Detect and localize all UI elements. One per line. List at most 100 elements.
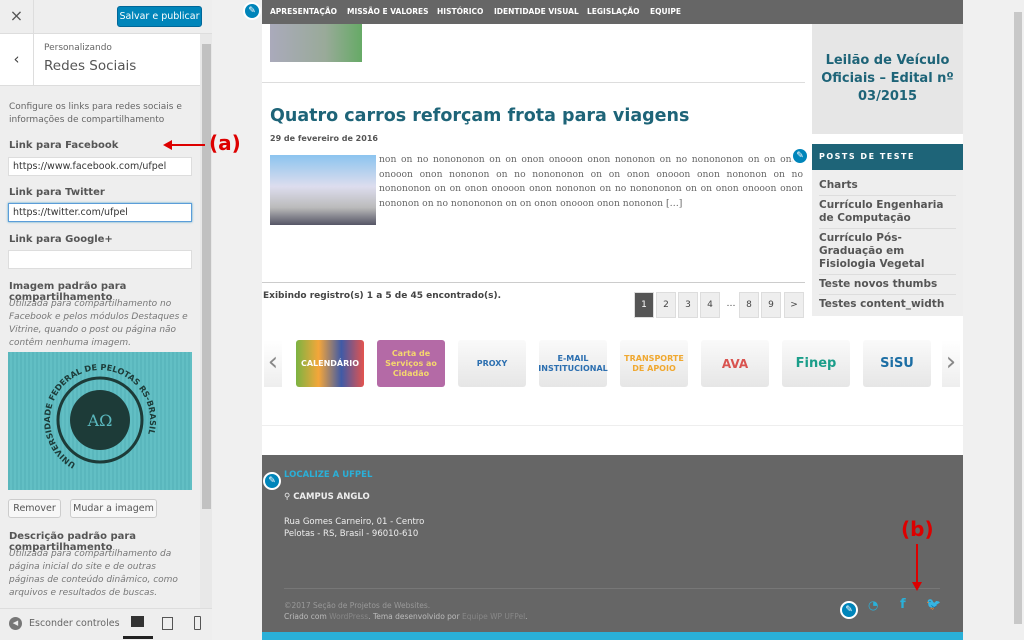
- widget-link[interactable]: Currículo Engenharia de Computação: [819, 196, 956, 229]
- nav-item[interactable]: LEGISLAÇÃO: [587, 7, 640, 16]
- page-1[interactable]: 1: [634, 292, 654, 318]
- divider: [262, 282, 805, 283]
- facebook-label: Link para Facebook: [9, 140, 119, 151]
- wordpress-link[interactable]: WordPress: [329, 612, 368, 621]
- footer-controls: ◀ Esconder controles: [0, 608, 212, 640]
- page-ellipsis: …: [726, 299, 736, 309]
- footer-strip: [262, 632, 963, 640]
- post-thumbnail[interactable]: [270, 155, 376, 225]
- desktop-preview-icon[interactable]: [131, 616, 144, 627]
- customizer-header: × Salvar e publicar: [0, 0, 212, 34]
- panel-scrollbar-thumb[interactable]: [202, 44, 211, 509]
- widget-list: Charts Currículo Engenharia de Computaçã…: [812, 170, 963, 316]
- page-4[interactable]: 4: [700, 292, 720, 318]
- copyright: ©2017 Seção de Projetos de Websites.: [284, 601, 431, 610]
- credits: Criado com WordPress. Tema desenvolvido …: [284, 612, 528, 621]
- carousel-logo[interactable]: SiSU: [863, 340, 931, 387]
- next-page[interactable]: >: [784, 292, 804, 318]
- edit-pencil-icon[interactable]: ✎: [840, 601, 858, 619]
- page-8[interactable]: 8: [739, 292, 759, 318]
- remove-image-button[interactable]: Remover: [8, 499, 61, 518]
- breadcrumb: Personalizando: [44, 43, 112, 53]
- facebook-icon[interactable]: f: [900, 597, 906, 612]
- widget-link[interactable]: Charts: [819, 176, 956, 196]
- back-icon[interactable]: ‹: [0, 34, 34, 86]
- twitter-label: Link para Twitter: [9, 187, 105, 198]
- credits-text: Criado com: [284, 612, 330, 621]
- address-line: Pelotas - RS, Brasil - 96010-610: [284, 529, 419, 539]
- twitter-icon[interactable]: 🐦: [926, 597, 941, 611]
- credits-text: .: [525, 612, 528, 621]
- carousel-logo[interactable]: AVA: [701, 340, 769, 387]
- twitter-input[interactable]: https://twitter.com/ufpel: [8, 203, 192, 222]
- widget-title: POSTS DE TESTE: [812, 144, 963, 170]
- site-footer: LOCALIZE A UFPEL ⚲ CAMPUS ANGLO Rua Gome…: [262, 455, 963, 632]
- results-count: Exibindo registro(s) 1 a 5 de 45 encontr…: [263, 291, 502, 301]
- preview-scrollbar-thumb[interactable]: [1014, 12, 1022, 624]
- divider: [262, 82, 805, 83]
- previous-post-thumbnail[interactable]: [270, 24, 362, 62]
- page-2[interactable]: 2: [656, 292, 676, 318]
- image-description: Utilizada para compartilhamento no Faceb…: [9, 299, 188, 348]
- nav-item[interactable]: IDENTIDADE VISUAL: [494, 7, 579, 16]
- share-image: AΩ UNIVERSIDADE FEDERAL DE PELOTAS RS-BR…: [8, 352, 192, 490]
- footer-divider: [284, 588, 940, 589]
- carousel-logo[interactable]: Finep: [782, 340, 850, 387]
- carousel-logo[interactable]: PROXY: [458, 340, 526, 387]
- carousel-logo[interactable]: TRANSPORTE DE APOIO: [620, 340, 688, 387]
- hide-controls-button[interactable]: Esconder controles: [29, 618, 120, 629]
- annotation-arrow-b: [916, 544, 918, 586]
- page-9[interactable]: 9: [761, 292, 781, 318]
- address-line: Rua Gomes Carneiro, 01 - Centro: [284, 517, 425, 527]
- google-input[interactable]: [8, 250, 192, 269]
- carousel-prev[interactable]: ‹: [264, 340, 282, 387]
- annotation-arrowhead-a: [163, 140, 172, 150]
- edit-pencil-icon[interactable]: ✎: [791, 147, 809, 165]
- annotation-arrowhead-b: [912, 582, 922, 591]
- post-excerpt: non on no nonononon on on onon onooon on…: [379, 154, 803, 209]
- widget-link[interactable]: Testes content_width: [819, 295, 956, 314]
- widget-link[interactable]: Teste novos thumbs: [819, 275, 956, 295]
- carousel-logo[interactable]: CALENDÁRIO: [296, 340, 364, 387]
- close-icon[interactable]: ×: [0, 0, 34, 34]
- collapse-icon[interactable]: ◀: [9, 617, 22, 630]
- carousel-logo[interactable]: E-MAIL INSTITUCIONAL: [538, 340, 608, 387]
- campus-name: ⚲ CAMPUS ANGLO: [284, 492, 370, 502]
- intro-text: Configure os links para redes sociais e …: [9, 102, 182, 125]
- post-date: 29 de fevereiro de 2016: [270, 134, 378, 143]
- rss-icon[interactable]: ◔: [868, 598, 878, 612]
- annotation-arrow-a: [167, 144, 205, 146]
- annotation-a: (a): [209, 131, 241, 155]
- carousel-logo[interactable]: Carta de Serviços ao Cidadão: [377, 340, 445, 387]
- mobile-preview-icon[interactable]: [194, 616, 201, 630]
- google-label: Link para Google+: [9, 234, 113, 245]
- facebook-input[interactable]: https://www.facebook.com/ufpel: [8, 157, 192, 176]
- credits-text: . Tema desenvolvido por: [368, 612, 462, 621]
- ufpel-seal-logo: AΩ UNIVERSIDADE FEDERAL DE PELOTAS RS-BR…: [42, 362, 158, 471]
- main-nav: APRESENTAÇÃO MISSÃO E VALORES HISTÓRICO …: [262, 0, 963, 24]
- section-header: ‹ Personalizando Redes Sociais: [0, 34, 200, 86]
- nav-item[interactable]: APRESENTAÇÃO: [270, 7, 337, 16]
- featured-post[interactable]: Leilão de Veículo Oficiais – Edital nº 0…: [812, 24, 963, 134]
- nav-item[interactable]: EQUIPE: [650, 7, 681, 16]
- active-device-indicator: [123, 636, 153, 639]
- footer-heading: LOCALIZE A UFPEL: [284, 470, 373, 480]
- campus-label: CAMPUS ANGLO: [293, 492, 370, 502]
- map-pin-icon: ⚲: [284, 492, 294, 502]
- change-image-button[interactable]: Mudar a imagem: [70, 499, 157, 518]
- carousel-next[interactable]: ›: [942, 340, 960, 387]
- nav-item[interactable]: HISTÓRICO: [437, 7, 483, 16]
- section-title: Redes Sociais: [44, 58, 137, 74]
- nav-item[interactable]: MISSÃO E VALORES: [347, 7, 429, 16]
- tablet-preview-icon[interactable]: [162, 617, 173, 630]
- edit-pencil-icon[interactable]: ✎: [263, 472, 281, 490]
- annotation-b: (b): [901, 517, 934, 541]
- seal-symbol: AΩ: [87, 411, 113, 430]
- save-publish-button[interactable]: Salvar e publicar: [117, 6, 202, 27]
- team-link[interactable]: Equipe WP UFPel: [462, 612, 525, 621]
- page-3[interactable]: 3: [678, 292, 698, 318]
- edit-pencil-icon[interactable]: ✎: [243, 2, 261, 20]
- divider: [262, 425, 963, 426]
- widget-link[interactable]: Currículo Pós-Graduação em Fisiologia Ve…: [819, 229, 956, 275]
- post-title[interactable]: Quatro carros reforçam frota para viagen…: [270, 106, 689, 126]
